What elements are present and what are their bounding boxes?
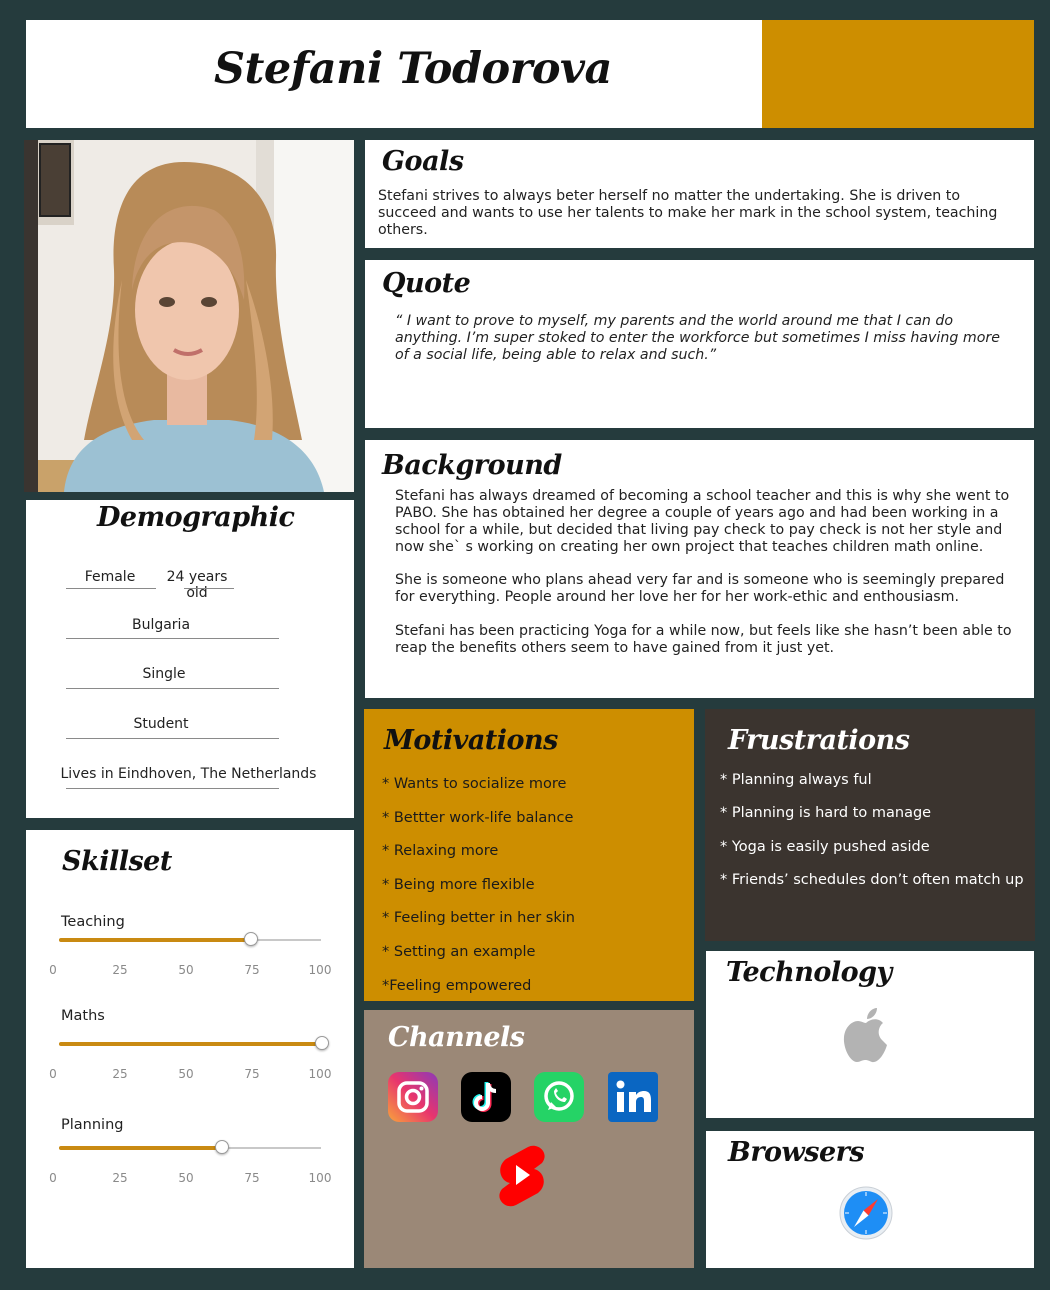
- frustration-item: * Friends’ schedules don’t often match u…: [720, 872, 1024, 888]
- skill-handle-planning[interactable]: [215, 1140, 230, 1154]
- technology-panel: Technology: [706, 951, 1034, 1118]
- demographic-location: Lives in Eindhoven, The Netherlands: [60, 766, 317, 782]
- motivations-panel: Motivations * Wants to socialize more * …: [364, 709, 694, 1001]
- whatsapp-icon[interactable]: [534, 1072, 584, 1122]
- demographic-age: 24 years old: [166, 569, 228, 601]
- demographic-panel: Demographic Female 24 years old Bulgaria…: [26, 500, 354, 818]
- frustration-item: * Planning is hard to manage: [720, 805, 932, 821]
- demographic-relationship: Single: [142, 666, 186, 682]
- demographic-gender: Female: [84, 569, 136, 585]
- skill-label-teaching: Teaching: [61, 914, 125, 930]
- skill-scale-planning: 0 25 50 75 100: [48, 1171, 338, 1187]
- persona-name: Stefani Todorova: [214, 44, 612, 94]
- scale-tick: 75: [244, 1171, 260, 1185]
- demographic-title: Demographic: [97, 502, 295, 533]
- background-panel: Background Stefani has always dreamed of…: [365, 440, 1034, 698]
- occupation-underline: [66, 738, 279, 739]
- skill-handle-teaching[interactable]: [244, 932, 259, 946]
- channels-title-text: Channels: [388, 1022, 525, 1053]
- motivation-item: * Being more flexible: [382, 877, 535, 893]
- tiktok-glyph: [472, 1082, 497, 1112]
- scale-tick: 50: [178, 1171, 194, 1185]
- skill-handle-maths[interactable]: [315, 1036, 329, 1050]
- quote-panel: Quote “ I want to prove to myself, my pa…: [365, 260, 1034, 428]
- instagram-glyph: [397, 1081, 429, 1113]
- technology-title: Technology: [726, 957, 892, 988]
- motivation-item: * Relaxing more: [382, 843, 499, 859]
- youtube-shorts-glyph: [499, 1145, 545, 1207]
- linkedin-icon[interactable]: [608, 1072, 658, 1122]
- scale-tick: 100: [308, 1171, 332, 1185]
- motivation-item: *Feeling empowered: [382, 978, 532, 994]
- browsers-title: Browsers: [728, 1137, 865, 1168]
- scale-tick: 25: [112, 963, 128, 977]
- frustrations-title-text: Frustrations: [728, 725, 910, 756]
- skill-label-maths: Maths: [61, 1008, 105, 1024]
- background-title: Background: [382, 450, 562, 481]
- apple-icon: [843, 1008, 887, 1063]
- channels-panel: Channels: [364, 1010, 694, 1268]
- frustrations-panel: Frustrations * Planning always ful * Pla…: [705, 709, 1035, 941]
- scale-tick: 0: [49, 963, 57, 977]
- channels-title: Channels: [388, 1022, 525, 1053]
- scale-tick: 100: [308, 1067, 332, 1081]
- quote-title: Quote: [382, 268, 471, 299]
- scale-tick: 50: [178, 963, 194, 977]
- frustration-item: * Planning always ful: [720, 772, 872, 788]
- header: Stefani Todorova: [26, 20, 1034, 128]
- motivation-item: * Feeling better in her skin: [382, 910, 575, 926]
- skill-fill-maths: [59, 1042, 321, 1046]
- youtube-shorts-icon[interactable]: [494, 1143, 548, 1207]
- relationship-underline: [66, 688, 279, 689]
- goals-text: Stefani strives to always beter herself …: [378, 188, 998, 238]
- skillset-panel: Skillset Teaching 0 25 50 75 100 Maths 0…: [26, 830, 354, 1268]
- whatsapp-glyph: [544, 1081, 574, 1111]
- country-underline: [66, 638, 279, 639]
- skill-label-planning: Planning: [61, 1117, 124, 1133]
- skill-fill-teaching: [59, 938, 251, 942]
- skill-slider-teaching[interactable]: [59, 932, 321, 946]
- goals-title: Goals: [382, 146, 464, 177]
- skill-scale-maths: 0 25 50 75 100: [48, 1067, 338, 1083]
- linkedin-glyph: [616, 1080, 651, 1112]
- scale-tick: 75: [244, 963, 260, 977]
- frustration-item: * Yoga is easily pushed aside: [720, 839, 930, 855]
- persona-photo: [24, 140, 354, 492]
- background-paragraph-2: She is someone who plans ahead very far …: [395, 572, 1005, 605]
- safari-icon: [839, 1186, 893, 1240]
- quote-text: “ I want to prove to myself, my parents …: [395, 313, 1000, 363]
- instagram-icon[interactable]: [388, 1072, 438, 1122]
- location-underline: [66, 788, 279, 789]
- skill-scale-teaching: 0 25 50 75 100: [48, 963, 338, 979]
- demographic-occupation: Student: [133, 716, 189, 732]
- background-paragraph-1: Stefani has always dreamed of becoming a…: [395, 488, 1010, 555]
- scale-tick: 25: [112, 1067, 128, 1081]
- frustrations-title: Frustrations: [728, 725, 910, 756]
- motivation-item: * Wants to socialize more: [382, 776, 567, 792]
- tiktok-icon[interactable]: [461, 1072, 511, 1122]
- age-underline: [184, 588, 234, 589]
- skill-fill-planning: [59, 1146, 222, 1150]
- motivations-title: Motivations: [384, 725, 558, 756]
- scale-tick: 25: [112, 1171, 128, 1185]
- motivation-item: * Setting an example: [382, 944, 536, 960]
- demographic-country: Bulgaria: [131, 617, 191, 633]
- motivation-item: * Bettter work-life balance: [382, 810, 574, 826]
- portrait-illustration: [24, 140, 354, 492]
- skill-slider-maths[interactable]: [59, 1036, 329, 1050]
- browsers-panel: Browsers: [706, 1131, 1034, 1268]
- skill-slider-planning[interactable]: [59, 1140, 321, 1154]
- background-paragraph-3: Stefani has been practicing Yoga for a w…: [395, 623, 1012, 656]
- skillset-title: Skillset: [62, 846, 172, 877]
- goals-panel: Goals Stefani strives to always beter he…: [365, 140, 1034, 248]
- scale-tick: 50: [178, 1067, 194, 1081]
- scale-tick: 0: [49, 1067, 57, 1081]
- header-accent-block: [762, 20, 1034, 128]
- scale-tick: 75: [244, 1067, 260, 1081]
- gender-underline: [66, 588, 156, 589]
- scale-tick: 0: [49, 1171, 57, 1185]
- scale-tick: 100: [308, 963, 332, 977]
